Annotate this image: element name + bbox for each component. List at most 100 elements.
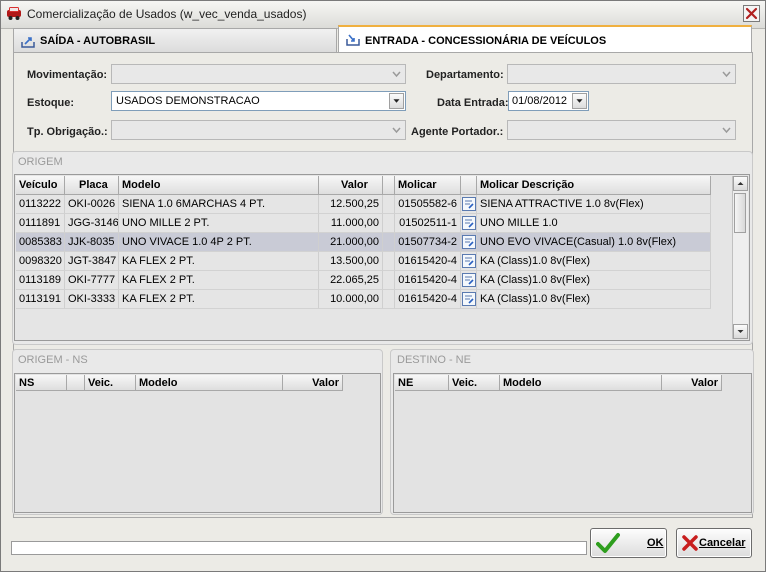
table-row[interactable]: 0085383 JJK-8035 UNO VIVACE 1.0 4P 2 PT. 21… <box>15 233 711 252</box>
data-entrada-picker[interactable]: 01/08/2012 <box>508 91 589 111</box>
export-icon <box>21 37 35 48</box>
data-entrada-label: Data Entrada: <box>437 97 509 109</box>
cell-molicar: 01615420-4 <box>395 290 461 309</box>
col-header-valor[interactable]: Valor <box>283 375 343 391</box>
origem-grid[interactable]: Veículo Placa Modelo Valor Molicar Molic… <box>14 174 750 341</box>
molicar-lookup-icon[interactable] <box>461 195 477 214</box>
ok-label: OK <box>647 537 664 549</box>
cell-veiculo: 0113191 <box>16 290 65 309</box>
cell-valor: 10.000,00 <box>319 290 383 309</box>
cell-spacer <box>383 290 395 309</box>
tab-saida-autobrasil[interactable]: SAÍDA - AUTOBRASIL <box>13 28 337 52</box>
agente-portador-select[interactable] <box>507 120 736 140</box>
tab-entrada-concessionaria[interactable]: ENTRADA - CONCESSIONÁRIA DE VEÍCULOS <box>338 25 752 53</box>
cell-descricao: KA (Class)1.0 8v(Flex) <box>477 252 711 271</box>
cell-molicar: 01615420-4 <box>395 271 461 290</box>
col-header-modelo[interactable]: Modelo <box>136 375 283 391</box>
cell-modelo: UNO VIVACE 1.0 4P 2 PT. <box>119 233 319 252</box>
table-row[interactable]: 0113189 OKI-7777 KA FLEX 2 PT. 22.065,25 016… <box>15 271 711 290</box>
cell-modelo: UNO MILLE 2 PT. <box>119 214 319 233</box>
col-header-modelo[interactable]: Modelo <box>500 375 662 391</box>
movimentacao-label: Movimentação: <box>27 69 108 81</box>
destino-ne-title: DESTINO - NE <box>397 354 471 366</box>
cell-molicar: 01505582-6 <box>395 195 461 214</box>
table-row[interactable]: 0111891 JGG-3146 UNO MILLE 2 PT. 11.000,00 0… <box>15 214 711 233</box>
molicar-lookup-icon[interactable] <box>461 252 477 271</box>
origem-ns-grid[interactable]: NS Veic. Modelo Valor <box>14 373 381 513</box>
cell-modelo: SIENA 1.0 6MARCHAS 4 PT. <box>119 195 319 214</box>
molicar-lookup-icon[interactable] <box>461 271 477 290</box>
cell-placa: OKI-7777 <box>65 271 119 290</box>
col-header-placa[interactable]: Placa <box>65 176 119 195</box>
status-bar <box>11 541 587 555</box>
destino-ne-grid[interactable]: NE Veic. Modelo Valor <box>393 373 752 513</box>
cell-valor: 12.500,25 <box>319 195 383 214</box>
chevron-down-icon <box>392 71 401 78</box>
cell-molicar: 01502511-1 <box>395 214 461 233</box>
molicar-lookup-icon[interactable] <box>461 233 477 252</box>
cell-descricao: KA (Class)1.0 8v(Flex) <box>477 271 711 290</box>
tab-label: SAÍDA - AUTOBRASIL <box>40 35 156 47</box>
checkmark-icon <box>596 533 620 553</box>
cell-descricao: UNO MILLE 1.0 <box>477 214 711 233</box>
cell-spacer <box>383 233 395 252</box>
table-row[interactable]: 0113222 OKI-0026 SIENA 1.0 6MARCHAS 4 PT. 1… <box>15 195 711 214</box>
agente-portador-label: Agente Portador.: <box>411 126 504 138</box>
chevron-down-icon <box>722 127 731 134</box>
movimentacao-select[interactable] <box>111 64 406 84</box>
origem-ns-title: ORIGEM - NS <box>18 354 88 366</box>
departamento-select[interactable] <box>507 64 736 84</box>
cell-placa: JJK-8035 <box>65 233 119 252</box>
table-row[interactable]: 0113191 OKI-3333 KA FLEX 2 PT. 10.000,00 016… <box>15 290 711 309</box>
cell-descricao: SIENA ATTRACTIVE 1.0 8v(Flex) <box>477 195 711 214</box>
col-header-veic[interactable]: Veic. <box>449 375 500 391</box>
col-header-spacer <box>383 176 395 195</box>
import-icon <box>346 34 360 46</box>
col-header-modelo[interactable]: Modelo <box>119 176 319 195</box>
scroll-up-button[interactable] <box>733 176 748 191</box>
x-icon <box>682 535 698 551</box>
col-header-blank <box>67 375 85 391</box>
col-header-lookup <box>461 176 477 195</box>
cancel-button[interactable]: Cancelar <box>676 528 752 558</box>
cell-modelo: KA FLEX 2 PT. <box>119 290 319 309</box>
chevron-down-icon[interactable] <box>572 93 587 109</box>
departamento-label: Departamento: <box>426 69 504 81</box>
molicar-lookup-icon[interactable] <box>461 214 477 233</box>
tp-obrigacao-label: Tp. Obrigação.: <box>27 126 108 138</box>
cell-valor: 21.000,00 <box>319 233 383 252</box>
col-header-valor[interactable]: Valor <box>319 176 383 195</box>
cell-modelo: KA FLEX 2 PT. <box>119 271 319 290</box>
cell-spacer <box>383 214 395 233</box>
chevron-down-icon[interactable] <box>389 93 404 109</box>
close-button[interactable] <box>743 5 760 22</box>
col-header-molicar-descricao[interactable]: Molicar Descrição <box>477 176 711 195</box>
cell-veiculo: 0098320 <box>16 252 65 271</box>
cell-valor: 11.000,00 <box>319 214 383 233</box>
col-header-veic[interactable]: Veic. <box>85 375 136 391</box>
cell-descricao: KA (Class)1.0 8v(Flex) <box>477 290 711 309</box>
arrow-up-icon <box>737 182 744 185</box>
cell-descricao: UNO EVO VIVACE(Casual) 1.0 8v(Flex) <box>477 233 711 252</box>
estoque-label: Estoque: <box>27 97 75 109</box>
cancel-label: Cancelar <box>699 537 746 549</box>
col-header-valor[interactable]: Valor <box>662 375 722 391</box>
origem-scrollbar[interactable] <box>732 176 748 339</box>
col-header-molicar[interactable]: Molicar <box>395 176 461 195</box>
col-header-ns[interactable]: NS <box>16 375 67 391</box>
scroll-down-button[interactable] <box>733 324 748 339</box>
cell-placa: JGT-3847 <box>65 252 119 271</box>
car-icon <box>7 7 21 20</box>
col-header-ne[interactable]: NE <box>395 375 449 391</box>
ok-button[interactable]: OK <box>590 528 667 558</box>
col-header-veiculo[interactable]: Veículo <box>16 176 65 195</box>
cell-veiculo: 0085383 <box>16 233 65 252</box>
estoque-select[interactable]: USADOS DEMONSTRACAO <box>111 91 406 111</box>
molicar-lookup-icon[interactable] <box>461 290 477 309</box>
origem-title: ORIGEM <box>18 156 63 168</box>
table-row[interactable]: 0098320 JGT-3847 KA FLEX 2 PT. 13.500,00 016… <box>15 252 711 271</box>
cell-spacer <box>383 195 395 214</box>
cell-veiculo: 0113222 <box>16 195 65 214</box>
tp-obrigacao-select[interactable] <box>111 120 406 140</box>
scroll-thumb[interactable] <box>734 193 746 233</box>
